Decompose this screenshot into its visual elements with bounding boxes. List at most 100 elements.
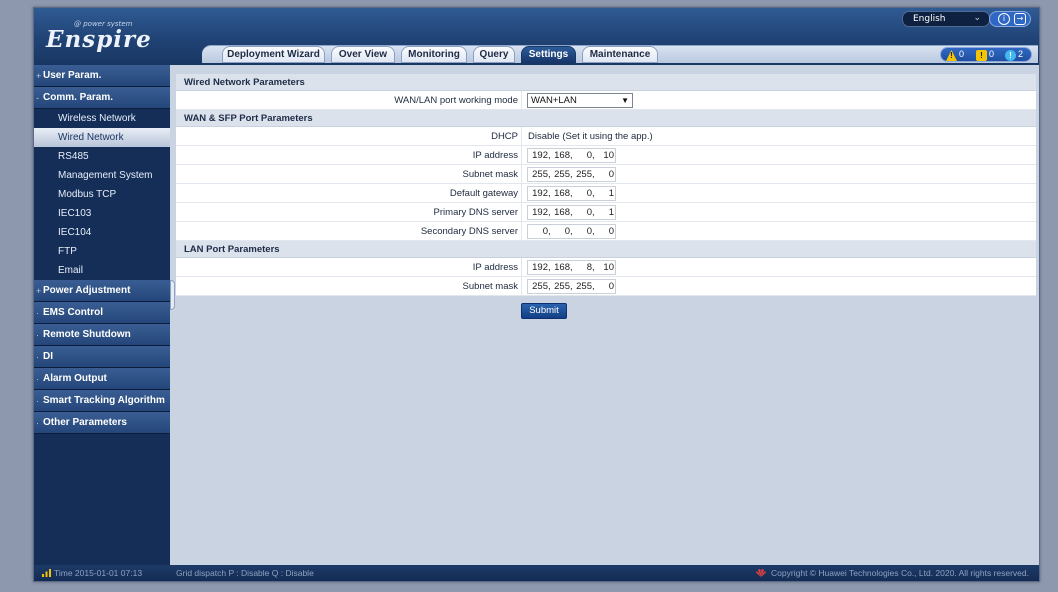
ip-octet[interactable]: 0 — [574, 187, 592, 200]
lan-row: IP address 192, 168, 8, 10 — [176, 258, 1036, 277]
ip-separator: , — [548, 226, 551, 237]
ip-separator: , — [592, 226, 595, 237]
sidebar-group-user-param[interactable]: + User Param. — [34, 65, 170, 87]
ip-octet[interactable]: 0 — [574, 206, 592, 219]
ip-separator: , — [592, 262, 595, 273]
sidebar-item-wired-network[interactable]: Wired Network — [34, 128, 183, 147]
ip-separator: , — [592, 169, 595, 180]
wan-ip-input[interactable]: 192, 168, 0, 1 — [527, 186, 616, 201]
lan-ip-input[interactable]: 255, 255, 255, 0 — [527, 279, 616, 294]
language-select[interactable]: English ⌄ — [902, 11, 990, 27]
sidebar-item-modbus-tcp[interactable]: Modbus TCP — [34, 185, 170, 204]
ip-octet[interactable]: 8 — [574, 261, 592, 274]
ip-octet[interactable]: 0 — [596, 280, 614, 293]
ip-octet[interactable]: 168 — [552, 206, 570, 219]
sidebar-item-iec104[interactable]: IEC104 — [34, 223, 170, 242]
ip-octet[interactable]: 0 — [596, 225, 614, 238]
info-icon[interactable]: i — [998, 13, 1010, 25]
sidebar-item-wireless-network[interactable]: Wireless Network — [34, 109, 170, 128]
wan-ip-input[interactable]: 255, 255, 255, 0 — [527, 167, 616, 182]
tab-deployment-wizard[interactable]: Deployment Wizard — [222, 46, 325, 63]
sidebar-group-ems-control[interactable]: · EMS Control — [34, 302, 170, 324]
section-lan-port-parameters: LAN Port Parameters — [176, 241, 1036, 258]
wan-row: Default gateway 192, 168, 0, 1 — [176, 184, 1036, 203]
app-window: @ power system Enspire English ⌄ i → Dep… — [33, 7, 1040, 582]
collapse-icon: - — [36, 93, 39, 103]
ip-separator: , — [548, 281, 551, 292]
sidebar-group-other-parameters[interactable]: · Other Parameters — [34, 412, 170, 434]
lan-label: Subnet mask — [462, 281, 518, 292]
sidebar-item-ftp[interactable]: FTP — [34, 242, 170, 261]
wan-label: Primary DNS server — [433, 207, 518, 218]
logo-text: Enspire — [46, 26, 152, 53]
ip-separator: , — [548, 262, 551, 273]
ip-octet[interactable]: 255 — [552, 168, 570, 181]
sidebar-group-di[interactable]: · DI — [34, 346, 170, 368]
sidebar-item-iec103[interactable]: IEC103 — [34, 204, 170, 223]
ip-octet[interactable]: 255 — [530, 280, 548, 293]
ip-separator: , — [548, 169, 551, 180]
wan-ip-input[interactable]: 192, 168, 0, 10 — [527, 148, 616, 163]
sidebar-group-smart-tracking[interactable]: · Smart Tracking Algorithm — [34, 390, 170, 412]
ip-octet[interactable]: 168 — [552, 149, 570, 162]
sidebar-group-power-adjustment[interactable]: + Power Adjustment — [34, 280, 170, 302]
section-wan-sfp-parameters: WAN & SFP Port Parameters — [176, 110, 1036, 127]
logout-icon[interactable]: → — [1014, 13, 1026, 25]
alarm-summary[interactable]: ! 0 ! 0 ! 2 — [940, 47, 1032, 62]
ip-octet[interactable]: 192 — [530, 206, 548, 219]
tab-over-view[interactable]: Over View — [331, 46, 395, 63]
header-icon-group: i → — [989, 11, 1031, 27]
lan-label: IP address — [472, 262, 518, 273]
ip-separator: , — [592, 150, 595, 161]
sidebar-collapse-handle[interactable] — [170, 280, 175, 310]
ip-octet[interactable]: 255 — [574, 168, 592, 181]
wan-ip-input[interactable]: 0,0,0,0 — [527, 224, 616, 239]
ip-separator: , — [592, 281, 595, 292]
ip-octet[interactable]: 255 — [574, 280, 592, 293]
ip-octet[interactable]: 192 — [530, 149, 548, 162]
ip-octet[interactable]: 192 — [530, 261, 548, 274]
sidebar-item-email[interactable]: Email — [34, 261, 170, 280]
sidebar-group-comm-param[interactable]: - Comm. Param. — [34, 87, 170, 109]
ip-octet[interactable]: 0 — [574, 149, 592, 162]
sidebar-item-management-system[interactable]: Management System — [34, 166, 170, 185]
ip-octet[interactable]: 168 — [552, 261, 570, 274]
info-circle-icon: ! — [1005, 50, 1016, 61]
ip-octet[interactable]: 255 — [530, 168, 548, 181]
ip-octet[interactable]: 0 — [596, 168, 614, 181]
lan-ip-input[interactable]: 192, 168, 8, 10 — [527, 260, 616, 275]
tab-query[interactable]: Query — [473, 46, 515, 63]
wan-row: Primary DNS server 192, 168, 0, 1 — [176, 203, 1036, 222]
tab-settings[interactable]: Settings — [521, 46, 576, 63]
form-row-working-mode: WAN/LAN port working mode WAN+LAN ▼ — [176, 91, 1036, 110]
ip-octet[interactable]: 1 — [596, 206, 614, 219]
wan-label: Subnet mask — [462, 169, 518, 180]
ip-octet[interactable]: 0 — [530, 225, 548, 238]
submit-button[interactable]: Submit — [521, 303, 567, 319]
ip-octet[interactable]: 1 — [596, 187, 614, 200]
ip-octet[interactable]: 255 — [552, 280, 570, 293]
ip-octet[interactable]: 0 — [552, 225, 570, 238]
ip-octet[interactable]: 10 — [596, 149, 614, 162]
tab-monitoring[interactable]: Monitoring — [401, 46, 467, 63]
sidebar-item-rs485[interactable]: RS485 — [34, 147, 170, 166]
working-mode-select[interactable]: WAN+LAN ▼ — [527, 93, 633, 108]
ip-octet[interactable]: 192 — [530, 187, 548, 200]
copyright: Copyright © Huawei Technologies Co., Ltd… — [755, 565, 1029, 581]
ip-octet[interactable]: 168 — [552, 187, 570, 200]
sidebar-group-alarm-output[interactable]: · Alarm Output — [34, 368, 170, 390]
bullet-icon: · — [36, 330, 39, 340]
ip-separator: , — [570, 188, 573, 199]
signal-bars-icon — [42, 569, 51, 577]
tab-maintenance[interactable]: Maintenance — [582, 46, 658, 63]
working-mode-label: WAN/LAN port working mode — [394, 95, 518, 106]
wan-row: IP address 192, 168, 0, 10 — [176, 146, 1036, 165]
wan-ip-input[interactable]: 192, 168, 0, 1 — [527, 205, 616, 220]
sidebar-group-remote-shutdown[interactable]: · Remote Shutdown — [34, 324, 170, 346]
expand-icon: + — [36, 71, 42, 81]
lan-row: Subnet mask 255, 255, 255, 0 — [176, 277, 1036, 296]
ip-octet[interactable]: 0 — [574, 225, 592, 238]
huawei-logo-icon — [756, 569, 767, 577]
ip-octet[interactable]: 10 — [596, 261, 614, 274]
ip-separator: , — [570, 207, 573, 218]
